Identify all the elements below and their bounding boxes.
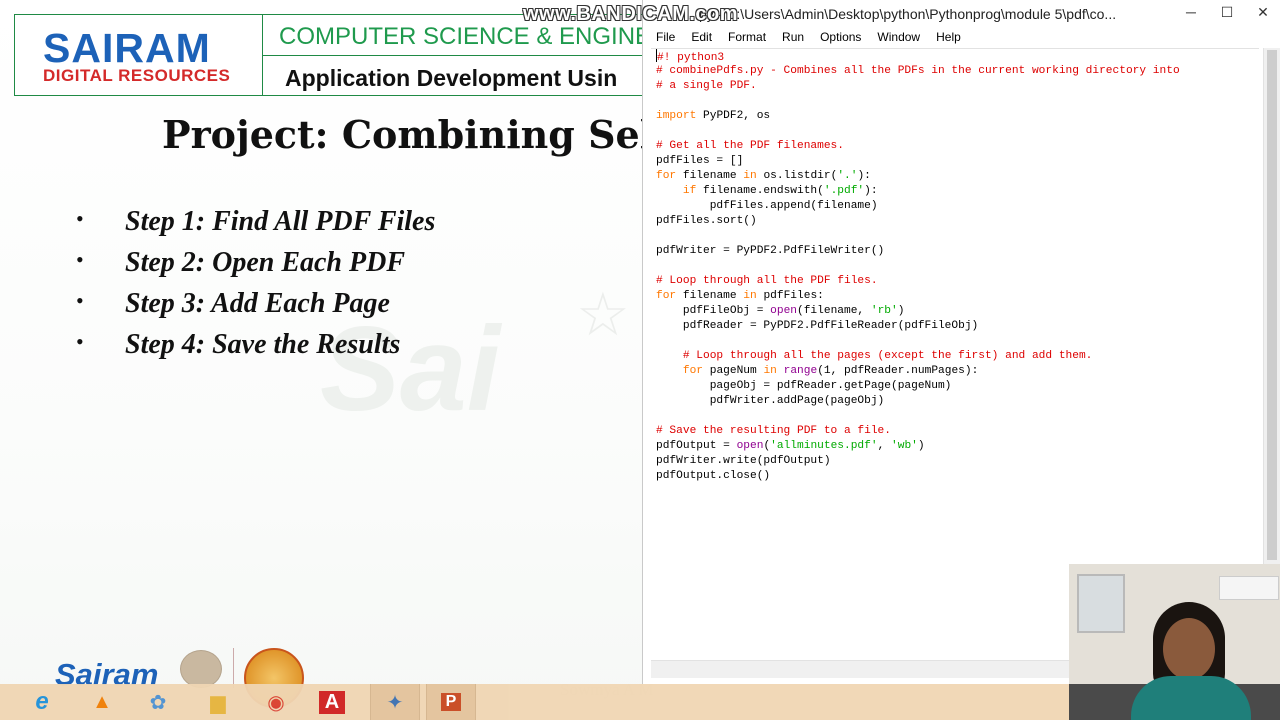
menu-run[interactable]: Run bbox=[774, 28, 812, 47]
course-title: Application Development Usin bbox=[285, 65, 618, 91]
minimize-button[interactable]: ─ bbox=[1173, 0, 1209, 24]
close-button[interactable]: ✕ bbox=[1245, 0, 1280, 24]
presenter-face bbox=[1163, 618, 1215, 680]
header-rule bbox=[262, 55, 655, 56]
python-idle-icon[interactable]: ✦ bbox=[370, 684, 420, 720]
bullet-icon: • bbox=[76, 288, 84, 313]
powerpoint-icon[interactable]: P bbox=[426, 684, 476, 720]
step-text: Step 2: Open Each PDF bbox=[125, 247, 405, 278]
steps-list: • Step 1: Find All PDF Files • Step 2: Ope… bbox=[76, 206, 435, 370]
acrobat-icon[interactable]: A bbox=[310, 684, 354, 720]
presenter-body bbox=[1131, 676, 1251, 720]
sairam-logo-text: SAIRAM bbox=[43, 25, 211, 71]
step-item: • Step 1: Find All PDF Files bbox=[76, 206, 435, 247]
step-text: Step 4: Save the Results bbox=[125, 329, 401, 360]
code-text[interactable]: #! python3 # combinePdfs.py - Combines al… bbox=[651, 49, 1259, 484]
bandicam-watermark: www.BANDICAM.com bbox=[523, 3, 739, 25]
window-controls: ─ ☐ ✕ bbox=[1173, 0, 1280, 28]
taskbar: e ▲ ✿ ▆ ◉ A ✦ P bbox=[0, 684, 1070, 720]
menu-options[interactable]: Options bbox=[812, 28, 869, 47]
vlc-icon[interactable]: ▲ bbox=[80, 684, 124, 720]
chrome-icon[interactable]: ◉ bbox=[254, 684, 298, 720]
slide-title: Project: Combining Selec bbox=[162, 112, 702, 157]
room-window bbox=[1077, 574, 1125, 633]
step-item: • Step 3: Add Each Page bbox=[76, 288, 435, 329]
menu-bar: File Edit Format Run Options Window Help bbox=[643, 28, 1280, 47]
scrollbar-thumb[interactable] bbox=[1267, 50, 1277, 560]
paint-icon[interactable]: ✿ bbox=[136, 684, 180, 720]
star-watermark-icon: ☆ bbox=[576, 281, 630, 348]
step-text: Step 3: Add Each Page bbox=[125, 288, 390, 319]
menu-window[interactable]: Window bbox=[869, 28, 928, 47]
slide-header: SAIRAM DIGITAL RESOURCES COMPUTER SCIENC… bbox=[14, 14, 656, 96]
step-text: Step 1: Find All PDF Files bbox=[125, 206, 436, 237]
window-title-bar[interactable]: py - C:\Users\Admin\Desktop\python\Pytho… bbox=[643, 0, 1280, 28]
bullet-icon: • bbox=[76, 206, 84, 231]
window-title: py - C:\Users\Admin\Desktop\python\Pytho… bbox=[699, 6, 1117, 22]
step-item: • Step 4: Save the Results bbox=[76, 329, 435, 370]
webcam-overlay bbox=[1069, 564, 1280, 720]
menu-help[interactable]: Help bbox=[928, 28, 969, 47]
founder-photo bbox=[180, 650, 222, 688]
step-item: • Step 2: Open Each PDF bbox=[76, 247, 435, 288]
menu-format[interactable]: Format bbox=[720, 28, 774, 47]
bullet-icon: • bbox=[76, 247, 84, 272]
air-conditioner bbox=[1219, 576, 1279, 600]
footer-divider bbox=[233, 648, 234, 688]
file-explorer-icon[interactable]: ▆ bbox=[196, 684, 240, 720]
maximize-button[interactable]: ☐ bbox=[1209, 0, 1245, 24]
menu-edit[interactable]: Edit bbox=[683, 28, 720, 47]
internet-explorer-icon[interactable]: e bbox=[20, 684, 64, 720]
department-title: COMPUTER SCIENCE & ENGINE bbox=[279, 23, 652, 50]
menu-file[interactable]: File bbox=[643, 28, 683, 47]
digital-resources-text: DIGITAL RESOURCES bbox=[43, 66, 231, 85]
bullet-icon: • bbox=[76, 329, 84, 354]
